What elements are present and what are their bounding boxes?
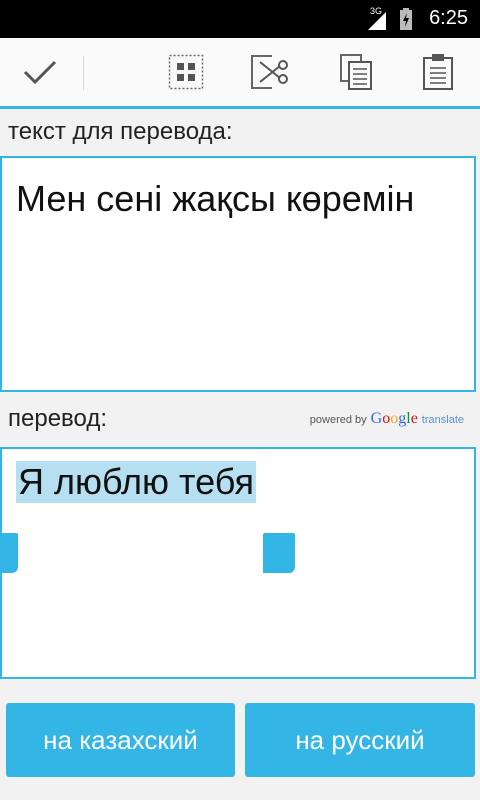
clock: 6:25 (429, 7, 468, 29)
powered-by-text: powered by (309, 414, 367, 426)
translate-to-russian-button[interactable]: на русский (245, 703, 475, 777)
divider (83, 56, 84, 90)
cut-icon (251, 55, 288, 89)
copy-button[interactable] (320, 38, 392, 106)
source-label: текст для перевода: (8, 118, 233, 145)
battery-charging-icon (400, 8, 412, 30)
signal-icon (368, 12, 386, 30)
select-all-button[interactable] (150, 38, 222, 106)
paste-icon (423, 54, 453, 90)
text-selection-action-bar (0, 38, 480, 109)
paste-button[interactable] (402, 38, 474, 106)
status-bar: 3G 6:25 (0, 0, 480, 38)
source-text[interactable]: Мен сені жақсы көремін (16, 178, 414, 220)
select-all-icon (168, 54, 204, 90)
powered-by-google: powered by Google translate (310, 410, 464, 428)
translate-to-kazakh-button[interactable]: на казахский (6, 703, 235, 777)
selection-end-handle[interactable] (263, 533, 295, 573)
translation-text-field[interactable]: Я люблю тебя (0, 447, 476, 679)
google-logo: Google (370, 410, 418, 427)
translate-text: translate (421, 414, 464, 426)
source-text-field[interactable]: Мен сені жақсы көремін (0, 156, 476, 392)
copy-icon (340, 54, 372, 90)
cut-button[interactable] (234, 38, 306, 106)
translation-label: перевод: (8, 405, 108, 432)
check-icon (23, 60, 57, 85)
selected-translation-text[interactable]: Я люблю тебя (16, 461, 257, 503)
selection-start-handle[interactable] (0, 533, 18, 573)
done-button[interactable] (4, 38, 76, 106)
